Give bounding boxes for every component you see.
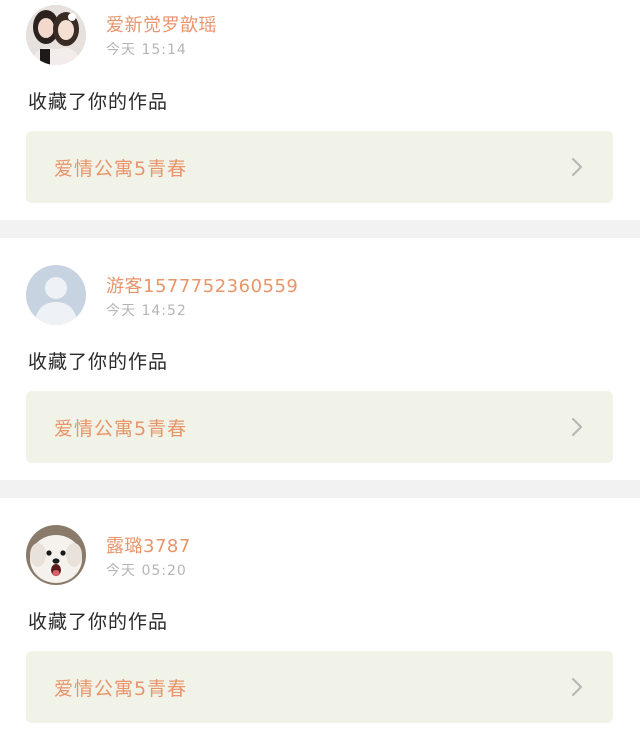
notification-card: 游客15777523605​59 今天 14:52 收藏了你的作品 爱情公寓5青… bbox=[0, 238, 640, 480]
timestamp: 今天 05:20 bbox=[106, 563, 187, 579]
chevron-right-icon bbox=[567, 417, 587, 437]
timestamp: 今天 14:52 bbox=[106, 303, 187, 319]
chevron-right-icon bbox=[567, 157, 587, 177]
work-link[interactable]: 爱情公寓5青春 bbox=[26, 391, 613, 463]
notification-card: 露璐3787 今天 05:20 收藏了你的作品 爱情公寓5青春 bbox=[0, 498, 640, 740]
action-text: 收藏了你的作品 bbox=[28, 351, 169, 373]
work-title: 爱情公寓5青春 bbox=[54, 678, 188, 700]
action-text: 收藏了你的作品 bbox=[28, 91, 169, 113]
timestamp: 今天 15:14 bbox=[106, 42, 187, 58]
action-text: 收藏了你的作品 bbox=[28, 611, 169, 633]
work-title: 爱情公寓5青春 bbox=[54, 158, 188, 180]
notification-list: 爱新觉罗歆瑶 今天 15:14 收藏了你的作品 爱情公寓5青春 游客157775… bbox=[0, 0, 640, 740]
work-link[interactable]: 爱情公寓5青春 bbox=[26, 651, 613, 723]
divider bbox=[0, 480, 640, 498]
user-name[interactable]: 游客15777523605​59 bbox=[106, 272, 298, 298]
white-dog-photo-avatar[interactable] bbox=[26, 525, 86, 585]
chevron-right-icon bbox=[567, 677, 587, 697]
divider bbox=[0, 220, 640, 238]
notification-card: 爱新觉罗歆瑶 今天 15:14 收藏了你的作品 爱情公寓5青春 bbox=[0, 0, 640, 220]
user-name[interactable]: 爱新觉罗歆瑶 bbox=[106, 11, 217, 37]
user-name[interactable]: 露璐3787 bbox=[106, 532, 191, 558]
default-person-avatar[interactable] bbox=[26, 265, 86, 325]
two-girls-photo-avatar[interactable] bbox=[26, 5, 86, 65]
work-title: 爱情公寓5青春 bbox=[54, 418, 188, 440]
work-link[interactable]: 爱情公寓5青春 bbox=[26, 131, 613, 203]
